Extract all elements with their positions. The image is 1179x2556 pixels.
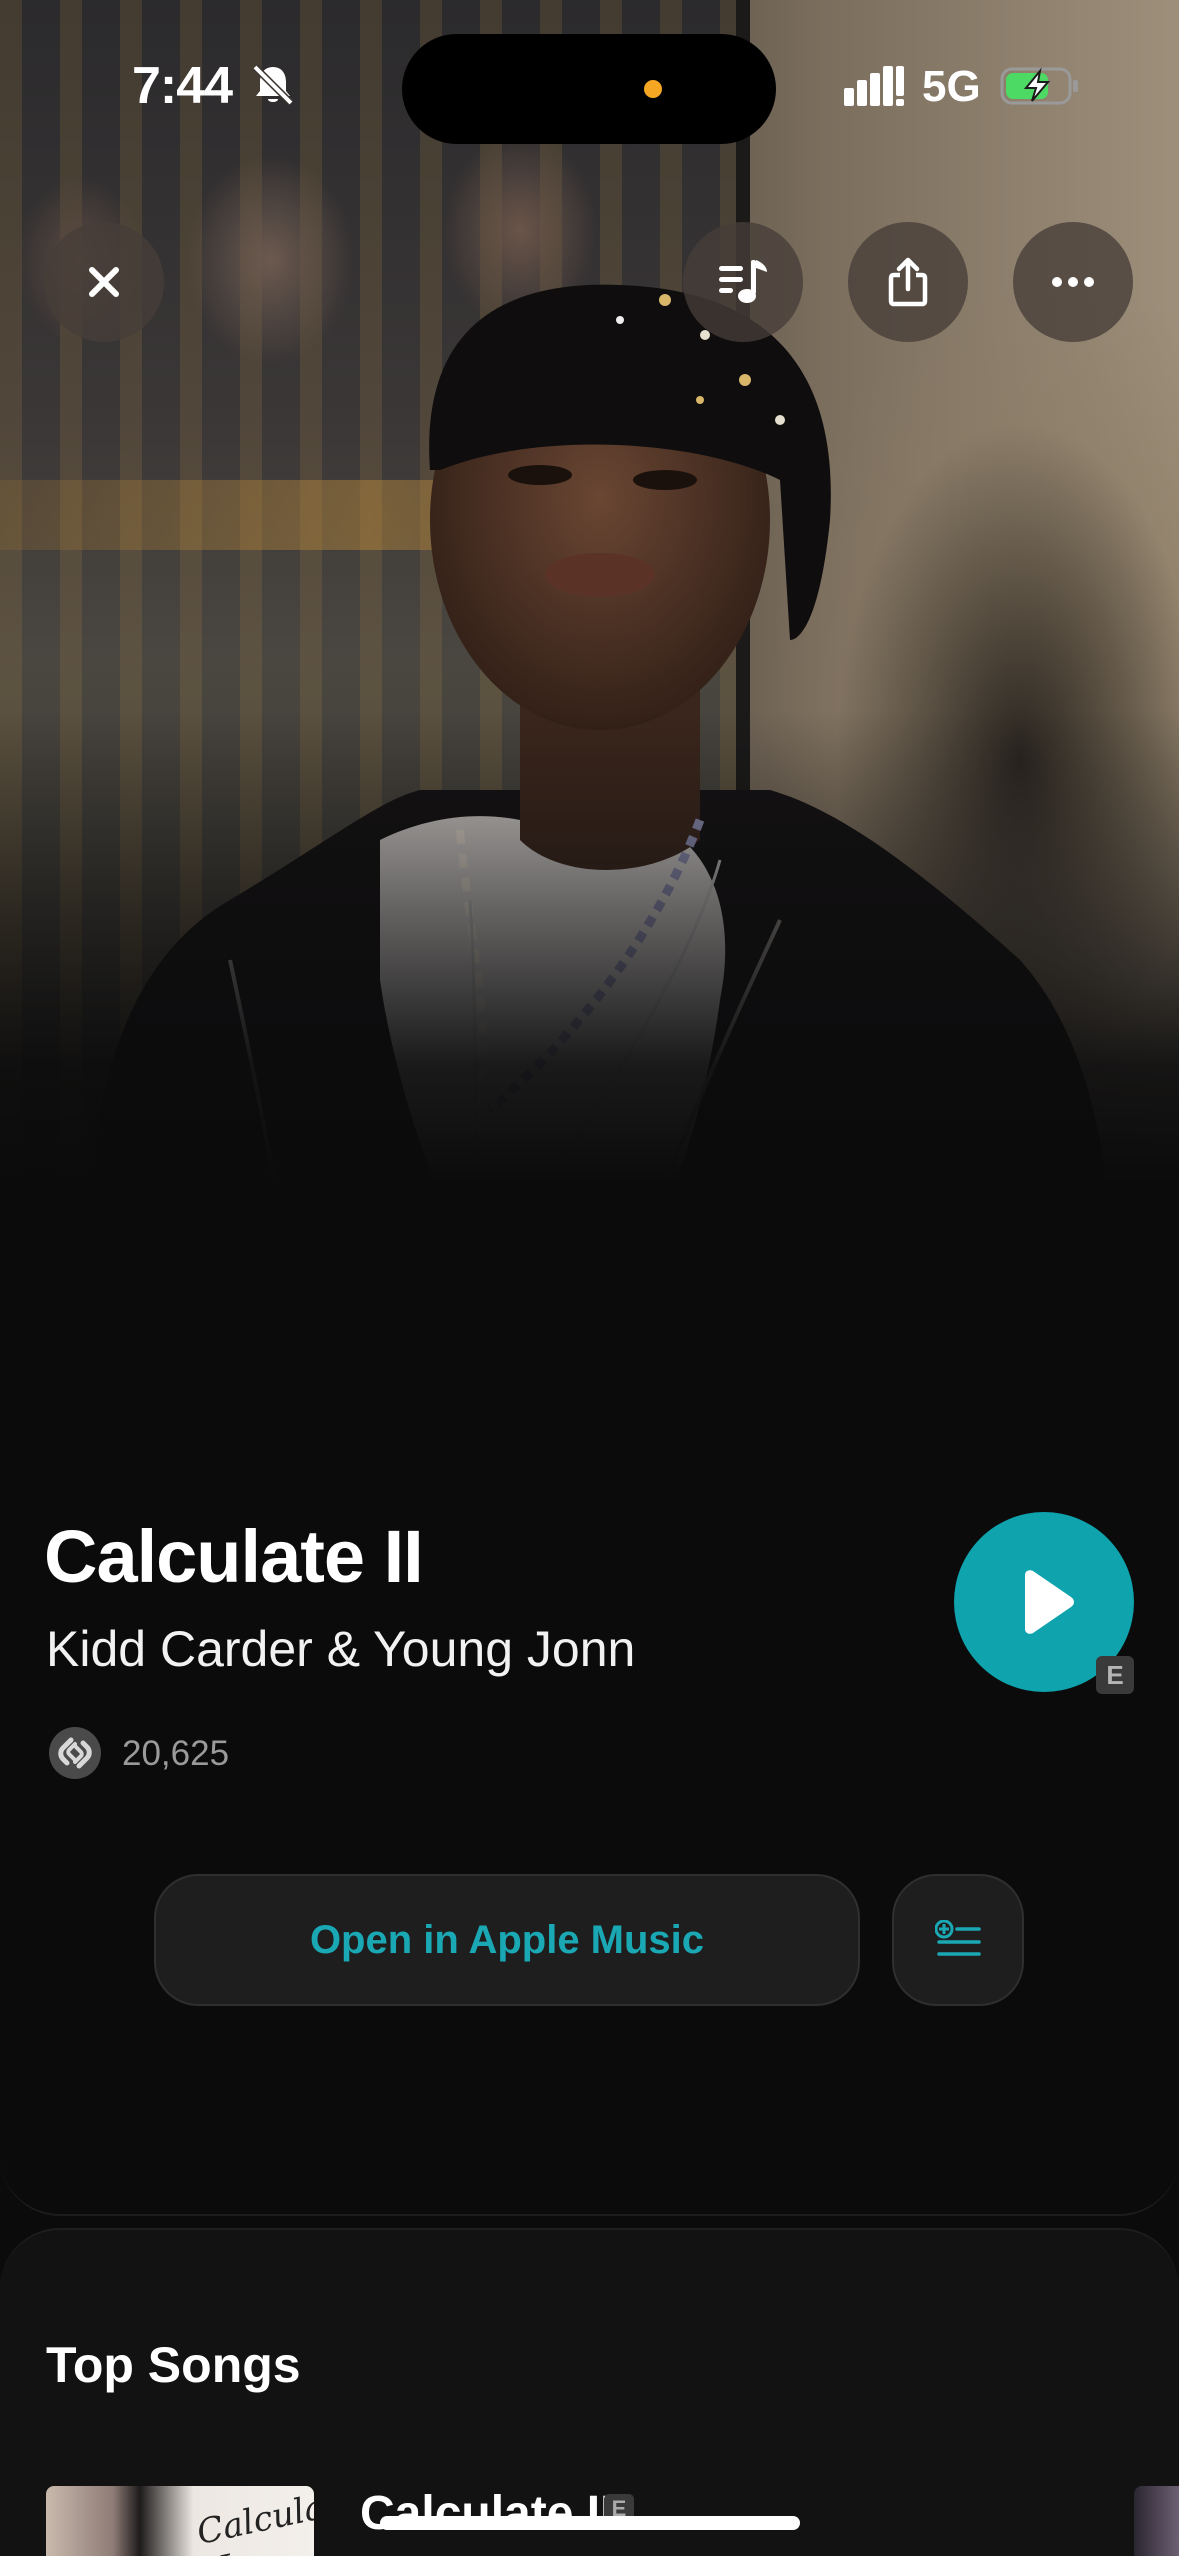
share-icon bbox=[888, 257, 928, 307]
play-icon bbox=[1025, 1570, 1074, 1634]
song-artwork[interactable]: Calculate II bbox=[46, 2486, 314, 2556]
add-to-playlist-button[interactable] bbox=[683, 222, 803, 342]
add-to-queue-button[interactable] bbox=[892, 1874, 1024, 2006]
playlist-music-icon bbox=[719, 260, 767, 303]
song-artwork-text: Calculate II bbox=[193, 2486, 314, 2556]
next-song-artwork[interactable] bbox=[1134, 2486, 1179, 2556]
battery-charging-icon bbox=[1000, 67, 1078, 105]
network-type: 5G bbox=[922, 62, 981, 111]
top-songs-heading: Top Songs bbox=[46, 2337, 301, 2393]
close-icon bbox=[89, 267, 119, 297]
recording-indicator bbox=[644, 80, 662, 98]
status-time: 7:44 bbox=[132, 57, 233, 115]
share-button[interactable] bbox=[848, 222, 968, 342]
home-indicator[interactable] bbox=[380, 2516, 800, 2530]
close-button[interactable] bbox=[44, 222, 164, 342]
explicit-badge: E bbox=[1096, 1656, 1134, 1694]
shazam-count: 20,625 bbox=[122, 1734, 230, 1773]
dynamic-island bbox=[402, 34, 776, 144]
song-title[interactable]: Calculate II bbox=[360, 2486, 613, 2541]
hero-fade bbox=[0, 0, 1179, 1480]
signal-icon bbox=[844, 66, 904, 106]
artist-hero-image bbox=[0, 0, 1179, 1480]
track-artist[interactable]: Kidd Carder & Young Jonn bbox=[46, 1620, 635, 1678]
open-in-apple-music-button[interactable]: Open in Apple Music bbox=[154, 1874, 860, 2006]
more-icon bbox=[1052, 277, 1094, 287]
track-title: Calculate II bbox=[44, 1515, 424, 1598]
more-button[interactable] bbox=[1013, 222, 1133, 342]
bell-slash-icon bbox=[252, 64, 294, 106]
add-to-list-icon bbox=[935, 1920, 981, 1956]
shazam-icon bbox=[49, 1727, 101, 1779]
